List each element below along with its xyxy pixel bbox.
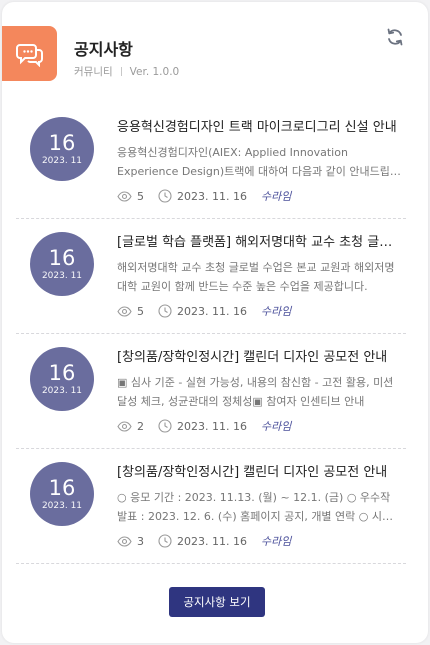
notice-title[interactable]: [창의품/장학인정시간] 캘린더 디자인 공모전 안내 [117,463,403,483]
date-badge: 16 2023. 11 [30,347,94,411]
view-count: 5 [137,189,144,203]
list-item[interactable]: 16 2023. 11 응용혁신경험디자인 트랙 마이크로디그리 신설 안내 응… [16,104,406,219]
widget-meta: 커뮤니티 Ver. 1.0.0 [74,64,179,79]
post-date: 2023. 11. 16 [177,534,247,548]
post-date: 2023. 11. 16 [177,304,247,318]
notice-content: [글로벌 학습 플랫폼] 해외저명대학 교수 초청 글로벌 수업 안내 해외저명… [117,233,403,320]
clock-icon [158,419,172,433]
divider [120,67,122,76]
notice-excerpt: 해외저명대학 교수 초청 글로벌 수업은 본교 교원과 해외저명대학 교원이 함… [117,261,395,293]
category-label: 커뮤니티 [74,66,113,78]
notice-title[interactable]: [글로벌 학습 플랫폼] 해외저명대학 교수 초청 글로벌 수업 안내 [117,233,403,253]
version-label: Ver. 1.0.0 [129,65,180,78]
view-count: 5 [137,304,144,318]
notice-content: [창의품/장학인정시간] 캘린더 디자인 공모전 안내 ▣ 심사 기준 - 실현… [117,348,403,435]
eye-icon [117,190,132,202]
notice-meta: 5 2023. 11. 16 수라임 [117,302,403,320]
date-year-month: 2023. 11 [41,385,83,396]
eye-icon [117,535,132,547]
widget-title: 공지사항 [74,40,133,59]
chat-bubbles-icon [2,26,57,81]
clock-icon [158,534,172,548]
date-day: 16 [48,360,76,385]
list-item[interactable]: 16 2023. 11 [창의품/장학인정시간] 캘린더 디자인 공모전 안내 … [16,449,406,564]
date-badge: 16 2023. 11 [30,117,94,181]
post-date: 2023. 11. 16 [177,419,247,433]
notice-meta: 3 2023. 11. 16 수라임 [117,532,403,550]
notice-widget: 공지사항 커뮤니티 Ver. 1.0.0 16 2023. 11 응용혁신경험디… [2,2,428,643]
date-day: 16 [48,245,76,270]
notice-meta: 5 2023. 11. 16 수라임 [117,187,403,205]
eye-icon [117,305,132,317]
view-all-notices-button[interactable]: 공지사항 보기 [169,587,265,617]
date-day: 16 [48,130,76,155]
list-item[interactable]: 16 2023. 11 [창의품/장학인정시간] 캘린더 디자인 공모전 안내 … [16,334,406,449]
view-count: 3 [137,534,144,548]
widget-header: 공지사항 커뮤니티 Ver. 1.0.0 [2,2,428,102]
eye-icon [117,420,132,432]
notice-excerpt: ▣ 심사 기준 - 실현 가능성, 내용의 참신함 - 고전 활용, 미션 달성… [117,376,394,408]
notice-meta: 2 2023. 11. 16 수라임 [117,417,403,435]
clock-icon [158,189,172,203]
date-day: 16 [48,475,76,500]
date-year-month: 2023. 11 [41,500,83,511]
date-badge: 16 2023. 11 [30,462,94,526]
date-badge: 16 2023. 11 [30,232,94,296]
status-badge: 수라임 [260,535,292,548]
notice-title[interactable]: [창의품/장학인정시간] 캘린더 디자인 공모전 안내 [117,348,403,368]
post-date: 2023. 11. 16 [177,189,247,203]
notice-excerpt: 응용혁신경험디자인(AIEX: Applied Innovation Exper… [117,146,401,178]
status-badge: 수라임 [260,420,292,433]
refresh-icon[interactable] [384,26,406,48]
status-badge: 수라임 [260,190,292,203]
notice-content: [창의품/장학인정시간] 캘린더 디자인 공모전 안내 ○ 응모 기간 : 20… [117,463,403,550]
date-year-month: 2023. 11 [41,270,83,281]
list-item[interactable]: 16 2023. 11 [글로벌 학습 플랫폼] 해외저명대학 교수 초청 글로… [16,219,406,334]
date-year-month: 2023. 11 [41,155,83,166]
view-count: 2 [137,419,144,433]
notice-list: 16 2023. 11 응용혁신경험디자인 트랙 마이크로디그리 신설 안내 응… [16,104,406,564]
clock-icon [158,304,172,318]
notice-excerpt: ○ 응모 기간 : 2023. 11.13. (월) ~ 12.1. (금) ○… [117,491,393,523]
notice-title[interactable]: 응용혁신경험디자인 트랙 마이크로디그리 신설 안내 [117,118,403,138]
status-badge: 수라임 [260,305,292,318]
notice-content: 응용혁신경험디자인 트랙 마이크로디그리 신설 안내 응용혁신경험디자인(AIE… [117,118,403,205]
